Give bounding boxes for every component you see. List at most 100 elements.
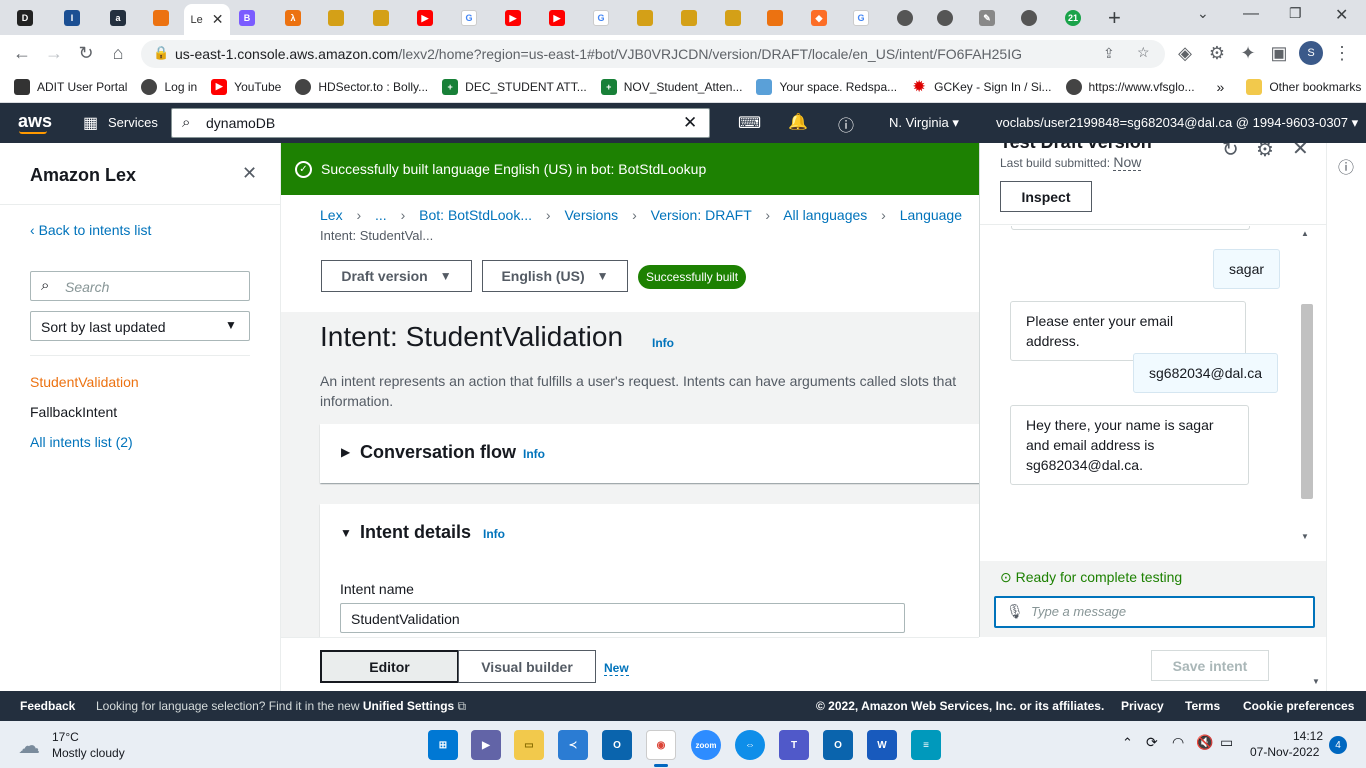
help-icon[interactable]: ⓘ <box>838 112 854 136</box>
bookmark-hdsector[interactable]: HDSector.to : Bolly... <box>295 78 428 95</box>
weather-desc[interactable]: Mostly cloudy <box>52 746 125 760</box>
intent-name-input[interactable]: StudentValidation <box>340 603 905 633</box>
menu-icon[interactable]: ⋮ <box>1330 41 1354 65</box>
tab-google1[interactable]: G <box>454 6 484 30</box>
home-icon[interactable]: ⌂ <box>106 41 130 65</box>
extension-icon[interactable]: ⚙ <box>1205 41 1229 65</box>
cookie-preferences-link[interactable]: Cookie preferences <box>1243 699 1354 713</box>
language-dropdown[interactable]: English (US) ▼ <box>482 260 628 292</box>
nav-intent-fallback[interactable]: FallbackIntent <box>30 404 117 420</box>
cloudshell-icon[interactable]: ⌨ <box>738 113 761 133</box>
vscode-icon[interactable]: ≺ <box>558 730 588 760</box>
bookmark-nov-att[interactable]: + NOV_Student_Atten... <box>600 78 742 95</box>
tab-s3c[interactable] <box>630 6 660 30</box>
bookmark-youtube[interactable]: ▶ YouTube <box>211 78 281 95</box>
profile-avatar[interactable]: S <box>1299 41 1323 65</box>
bookmark-redspace[interactable]: Your space. Redspa... <box>756 78 897 95</box>
scroll-up-icon[interactable]: ▲ <box>1301 229 1309 238</box>
bell-icon[interactable]: 🔔 <box>788 112 808 132</box>
bookmark-vfs[interactable]: https://www.vfsglo... <box>1065 78 1195 95</box>
scroll-down-icon[interactable]: ▼ <box>1301 532 1309 541</box>
inspect-button[interactable]: Inspect <box>1000 181 1092 212</box>
save-intent-button[interactable]: Save intent <box>1151 650 1269 681</box>
sync-icon[interactable]: ⟳ <box>1146 734 1158 751</box>
breadcrumb-lex[interactable]: Lex <box>320 207 343 223</box>
zoom-icon[interactable]: zoom <box>691 730 721 760</box>
tab-aws-box2[interactable] <box>760 6 790 30</box>
outlook-icon[interactable]: O <box>823 730 853 760</box>
shield-extension-icon[interactable]: ◈ <box>1173 41 1197 65</box>
chrome-icon[interactable]: ◉ <box>646 730 676 760</box>
tab-youtube2[interactable]: ▶ <box>498 6 528 30</box>
word-icon[interactable]: W <box>867 730 897 760</box>
services-grid-icon[interactable]: ▦ <box>83 113 98 133</box>
services-menu[interactable]: Services <box>108 115 158 130</box>
bookmark-dec-att[interactable]: + DEC_STUDENT ATT... <box>442 78 587 95</box>
restore-icon[interactable]: ❐ <box>1289 5 1302 22</box>
terms-link[interactable]: Terms <box>1185 699 1220 713</box>
new-tab-icon[interactable]: + <box>1108 5 1121 31</box>
tab-b[interactable]: B <box>232 6 262 30</box>
chat-icon[interactable]: ▶ <box>471 730 501 760</box>
windows-start-icon[interactable]: ⊞ <box>428 730 458 760</box>
bookmark-star-icon[interactable]: ☆ <box>1137 44 1150 61</box>
region-selector[interactable]: N. Virginia ▾ <box>889 115 959 131</box>
teamviewer-icon[interactable]: ⇔ <box>735 730 765 760</box>
close-nav-icon[interactable]: ✕ <box>242 163 257 184</box>
back-icon[interactable]: ← <box>10 41 34 65</box>
clock-time[interactable]: 14:12 <box>1291 729 1323 743</box>
info-link[interactable]: Info <box>652 336 674 350</box>
version-dropdown[interactable]: Draft version ▼ <box>321 260 472 292</box>
chat-scrollbar[interactable] <box>1301 304 1313 499</box>
share-icon[interactable]: ⇪ <box>1103 45 1115 62</box>
tab-s3b[interactable] <box>366 6 396 30</box>
tab-aws-box[interactable] <box>146 6 176 30</box>
tab-github2[interactable] <box>930 6 960 30</box>
info-panel-icon[interactable]: ⓘ <box>1338 154 1354 178</box>
caret-down-icon[interactable]: ▼ <box>340 526 352 540</box>
clear-search-icon[interactable]: ✕ <box>683 113 697 133</box>
tab-21[interactable]: 21 <box>1058 6 1088 30</box>
tab-s3d[interactable] <box>674 6 704 30</box>
close-tab-icon[interactable]: ✕ <box>212 11 224 28</box>
microphone-icon[interactable]: 🎙 <box>1006 603 1024 620</box>
all-intents-link[interactable]: All intents list (2) <box>30 434 133 450</box>
minimize-icon[interactable]: — <box>1243 5 1259 23</box>
back-to-intents-link[interactable]: ‹ Back to intents list <box>30 222 151 238</box>
conversation-flow-section[interactable]: ▶ Conversation flow Info <box>320 424 979 483</box>
tab-github1[interactable] <box>890 6 920 30</box>
sort-select[interactable]: Sort by last updated ▼ <box>30 311 250 341</box>
close-panel-icon[interactable]: ✕ <box>1292 143 1309 161</box>
tab-search-icon[interactable]: ⌄ <box>1197 5 1209 22</box>
clock-date[interactable]: 07-Nov-2022 <box>1250 745 1319 759</box>
bookmark-gckey[interactable]: ✹ GCKey - Sign In / Si... <box>911 78 1051 95</box>
volume-muted-icon[interactable]: 🔇 <box>1196 734 1213 751</box>
tab-youtube3[interactable]: ▶ <box>542 6 572 30</box>
address-bar[interactable]: 🔒 us-east-1.console.aws.amazon.com/lexv2… <box>141 40 1165 68</box>
bookmark-adit[interactable]: ADIT User Portal <box>14 78 127 95</box>
more-bookmarks-icon[interactable]: » <box>1217 79 1225 95</box>
close-window-icon[interactable]: ✕ <box>1335 5 1348 25</box>
account-menu[interactable]: voclabs/user2199848=sg682034@dal.ca @ 19… <box>996 115 1358 131</box>
breadcrumb-language[interactable]: Language <box>900 207 962 223</box>
notification-badge[interactable]: 4 <box>1329 736 1347 754</box>
info-link[interactable]: Info <box>523 447 545 461</box>
tab-aws[interactable]: a <box>103 6 133 30</box>
tab-d2l[interactable]: D <box>10 6 40 30</box>
puzzle-icon[interactable]: ✦ <box>1236 41 1260 65</box>
battery-icon[interactable]: ▭ <box>1220 734 1233 751</box>
weather-temp[interactable]: 17°C <box>52 730 79 744</box>
nav-intent-studentvalidation[interactable]: StudentValidation <box>30 374 139 390</box>
feedback-link[interactable]: Feedback <box>20 699 75 713</box>
intent-search-input[interactable]: ⌕ Search <box>30 271 250 301</box>
outlook-icon[interactable]: O <box>602 730 632 760</box>
privacy-link[interactable]: Privacy <box>1121 699 1164 713</box>
file-explorer-icon[interactable]: ▭ <box>514 730 544 760</box>
tab-lambda[interactable]: λ <box>278 6 308 30</box>
tab-lex-active[interactable]: Le ✕ <box>184 4 230 35</box>
aws-logo[interactable]: aws <box>18 111 52 132</box>
forward-icon[interactable]: → <box>42 41 66 65</box>
unified-settings-link[interactable]: Unified Settings <box>363 699 454 713</box>
bookmark-login[interactable]: Log in <box>141 78 197 95</box>
tab-s3a[interactable] <box>321 6 351 30</box>
